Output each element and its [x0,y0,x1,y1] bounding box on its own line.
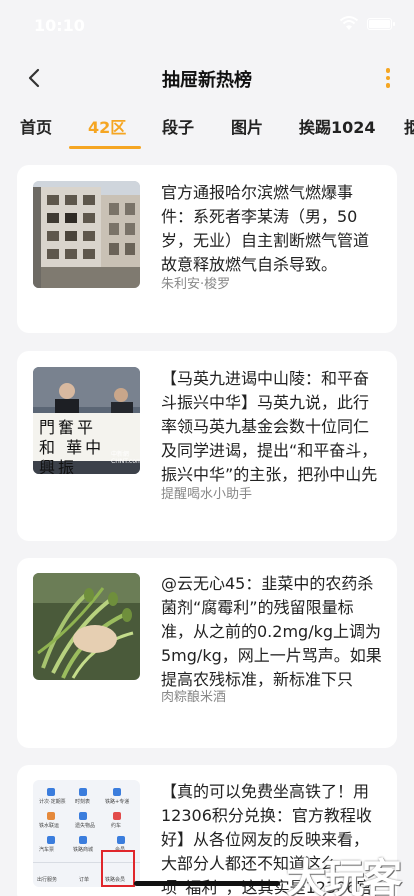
feed-card[interactable]: 官方通报哈尔滨燃气燃爆事件：系死者李某涛（男，50岁，无业）自主割断燃气管道故意… [17,165,397,333]
article-source: 肉粽酿米酒 [161,690,227,705]
article-thumbnail [33,181,140,288]
image-watermark: 中新網 CHNT.com [111,451,140,465]
home-indicator [134,881,280,886]
more-dot-icon [385,83,391,88]
more-dot-icon [385,75,391,81]
article-source: 提醒喝水小助手 [161,487,253,502]
wifi-icon [339,16,359,30]
feed-card[interactable]: 門奮平和 華中興振 中新網 CHNT.com 【马英九进谒中山陵：和平奋斗振兴中… [17,351,397,541]
app-icon [113,812,121,820]
active-tab-indicator [69,146,141,149]
more-options-button[interactable] [380,64,396,92]
app-icon [47,788,55,796]
tab-it-1024[interactable]: 挨踢1024 [299,114,376,138]
tab-42-district[interactable]: 42区 [88,114,126,138]
app-icon [113,788,121,796]
app-icon [79,788,87,796]
article-title: 官方通报哈尔滨燃气燃爆事件：系死者李某涛（男，50岁，无业）自主割断燃气管道故意… [161,183,370,274]
status-time: 10:10 [34,16,85,35]
more-dot-icon [385,68,391,73]
app-screenshot: 计次·定期票 时刻表 铁路+专递 铁水联运 遗失物品 约车 汽车票 铁路商城 会… [33,780,140,887]
app-icon [79,812,87,820]
feed-card[interactable]: @云无心45：韭菜中的农药杀菌剂“腐霉利”的残留限量标准，从之前的0.2mg/k… [17,558,397,748]
battery-icon [367,17,395,30]
status-bar: 10:10 [0,0,414,48]
tab-pictures[interactable]: 图片 [231,114,263,138]
article-title: 【马英九进谒中山陵：和平奋斗振兴中华】马英九说，此行率领马英九基金会数十位同仁及… [161,369,378,484]
tab-home[interactable]: 首页 [20,114,52,138]
article-thumbnail: 计次·定期票 时刻表 铁路+专递 铁水联运 遗失物品 约车 汽车票 铁路商城 会… [33,780,140,887]
app-icon [117,836,125,844]
status-icons [339,16,395,31]
article-source: 朱利安·梭罗 [161,277,231,292]
app-icon [47,812,55,820]
tab-overflow[interactable]: 抠 [404,114,414,138]
app-icon [47,836,55,844]
article-thumbnail: 門奮平和 華中興振 中新網 CHNT.com [33,367,140,474]
page-title: 抽屉新热榜 [162,70,252,91]
category-tabs: 首页 42区 段子 图片 挨踢1024 抠 [0,104,414,150]
app-icon [79,836,87,844]
tab-jokes[interactable]: 段子 [162,114,194,138]
article-title: @云无心45：韭菜中的农药杀菌剂“腐霉利”的残留限量标准，从之前的0.2mg/k… [161,574,382,689]
nav-bar: 抽屉新热榜 [0,52,414,102]
banner-calligraphy: 門奮平和 華中興振 [39,418,105,474]
article-thumbnail [33,573,140,680]
highlight-box [101,850,135,887]
site-watermark: 大玩客 [286,855,402,896]
